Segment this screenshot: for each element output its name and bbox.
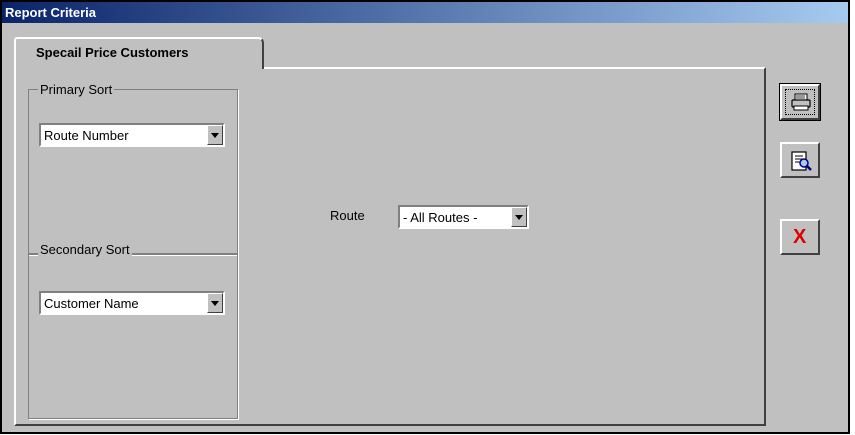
tab-special-price-customers[interactable]: Specail Price Customers [14, 37, 264, 69]
tab-panel: Primary Sort Route Number Secondary Sort… [14, 67, 766, 426]
route-select[interactable]: - All Routes - [398, 205, 529, 229]
primary-sort-group [28, 89, 238, 255]
primary-sort-value: Route Number [44, 128, 129, 143]
primary-sort-select[interactable]: Route Number [39, 123, 225, 147]
printer-icon [791, 93, 811, 111]
title-bar[interactable]: Report Criteria [2, 2, 848, 23]
chevron-down-icon[interactable] [207, 293, 223, 313]
route-label: Route [330, 208, 365, 223]
close-button[interactable]: X [780, 219, 820, 255]
close-icon: X [793, 226, 807, 248]
secondary-sort-value: Customer Name [44, 296, 139, 311]
print-preview-button[interactable] [780, 142, 820, 178]
print-preview-icon [791, 151, 812, 171]
primary-sort-label: Primary Sort [38, 82, 115, 97]
chevron-down-icon[interactable] [207, 125, 223, 145]
secondary-sort-label: Secondary Sort [38, 242, 132, 257]
tab-label: Specail Price Customers [36, 45, 189, 60]
secondary-sort-group [28, 253, 238, 419]
secondary-sort-select[interactable]: Customer Name [39, 291, 225, 315]
chevron-down-icon[interactable] [511, 207, 527, 227]
window-title: Report Criteria [5, 5, 97, 20]
route-value: - All Routes - [403, 210, 478, 225]
report-criteria-window: Report Criteria Specail Price Customers … [0, 0, 850, 434]
print-button[interactable] [779, 83, 821, 121]
